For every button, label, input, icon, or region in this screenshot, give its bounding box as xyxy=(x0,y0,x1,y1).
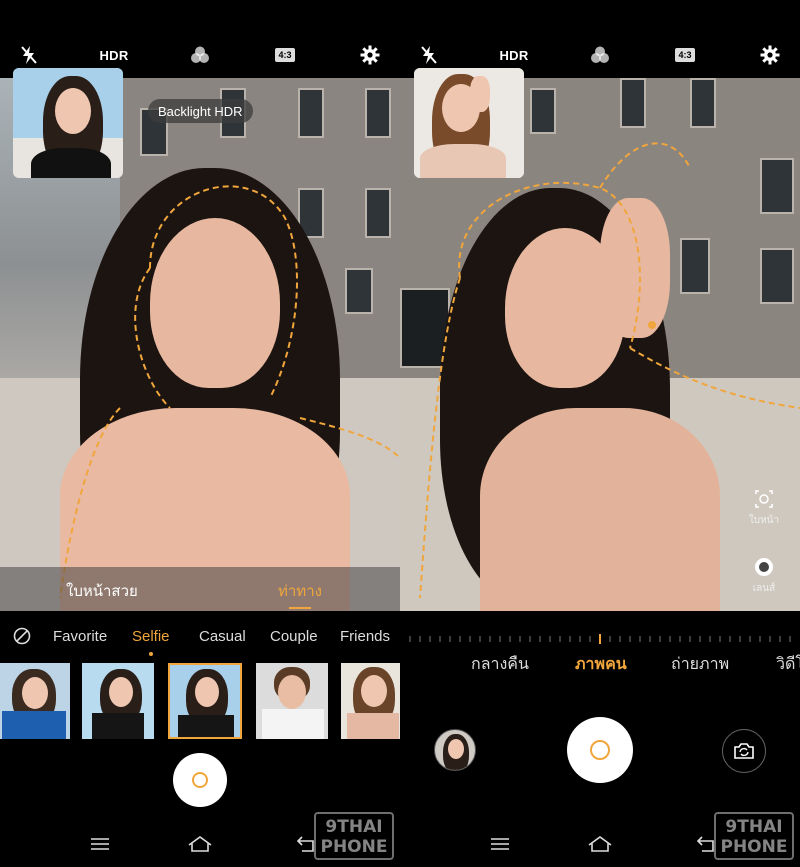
aspect-ratio-label: 4:3 xyxy=(675,48,695,62)
pose-thumbnail[interactable] xyxy=(256,663,328,739)
shutter-ring xyxy=(192,772,208,788)
flash-off-icon[interactable] xyxy=(18,40,40,70)
active-category-dot xyxy=(149,652,153,656)
mode-video[interactable]: วิดีโ xyxy=(776,652,800,677)
pose-reference-preview[interactable] xyxy=(414,68,524,178)
camera-screen-right: HDR 4:3 ใบหน้า เลนส์ กลางคืน ภาพคน ถ่ายภ… xyxy=(400,0,800,867)
settings-gear-icon[interactable] xyxy=(358,40,382,70)
camera-mode-bar: กลางคืน ภาพคน ถ่ายภาพ วิดีโ xyxy=(400,650,800,676)
face-beauty-label: ใบหน้า xyxy=(748,515,780,526)
category-friends[interactable]: Friends xyxy=(340,628,390,645)
lens-button[interactable]: เลนส์ xyxy=(744,556,784,596)
mode-night[interactable]: กลางคืน xyxy=(471,652,529,677)
hdr-toggle[interactable]: HDR xyxy=(498,40,530,70)
mode-photo[interactable]: ถ่ายภาพ xyxy=(671,652,729,677)
aspect-ratio-button[interactable]: 4:3 xyxy=(273,40,297,70)
hdr-toggle[interactable]: HDR xyxy=(98,40,130,70)
backlight-hdr-toast: Backlight HDR xyxy=(148,99,253,123)
aspect-ratio-label: 4:3 xyxy=(275,48,295,62)
pose-thumbnail-selected[interactable] xyxy=(168,663,242,739)
pose-reference-preview[interactable] xyxy=(13,68,123,178)
home-icon[interactable] xyxy=(586,826,614,862)
beauty-pose-bar: ใบหน้าสวย ท่าทาง xyxy=(0,567,400,611)
face-beauty-tab[interactable]: ใบหน้าสวย xyxy=(66,579,138,603)
pose-thumbnail[interactable] xyxy=(82,663,154,739)
gallery-thumbnail[interactable] xyxy=(434,729,476,771)
shutter-ring xyxy=(590,740,610,760)
aspect-ratio-button[interactable]: 4:3 xyxy=(673,40,697,70)
shutter-button[interactable] xyxy=(567,717,633,783)
pose-thumbnail-strip xyxy=(0,663,400,741)
category-casual[interactable]: Casual xyxy=(199,628,246,645)
lens-label: เลนส์ xyxy=(752,583,776,594)
face-beauty-icon xyxy=(755,490,773,508)
shutter-button[interactable] xyxy=(173,753,227,807)
category-selfie[interactable]: Selfie xyxy=(132,628,170,645)
camera-top-bar: HDR 4:3 xyxy=(400,40,800,70)
camera-top-bar: HDR 4:3 xyxy=(0,40,400,70)
switch-camera-icon xyxy=(734,743,754,759)
pose-tab[interactable]: ท่าทาง xyxy=(278,579,322,603)
lens-icon xyxy=(755,558,773,576)
mode-portrait[interactable]: ภาพคน xyxy=(575,652,627,677)
category-favorite[interactable]: Favorite xyxy=(53,628,107,645)
menu-icon[interactable] xyxy=(88,826,112,862)
zoom-ruler[interactable] xyxy=(400,632,800,646)
pose-thumbnail[interactable] xyxy=(341,663,400,739)
switch-camera-button[interactable] xyxy=(722,729,766,773)
category-couple[interactable]: Couple xyxy=(270,628,318,645)
menu-icon[interactable] xyxy=(488,826,512,862)
pose-thumbnail[interactable] xyxy=(0,663,70,739)
home-icon[interactable] xyxy=(186,826,214,862)
settings-gear-icon[interactable] xyxy=(758,40,782,70)
flash-off-icon[interactable] xyxy=(418,40,440,70)
filter-circles-icon[interactable] xyxy=(188,40,212,70)
filter-circles-icon[interactable] xyxy=(588,40,612,70)
watermark-logo: 9THAI PHONE xyxy=(714,812,794,860)
no-filter-icon[interactable] xyxy=(13,627,31,650)
face-beauty-button[interactable]: ใบหน้า xyxy=(744,488,784,528)
pose-tab-indicator xyxy=(289,607,311,609)
camera-screen-left: HDR 4:3 Backlight HDR ใบหน้าสวย ท่าทาง F… xyxy=(0,0,400,867)
watermark-logo: 9THAI PHONE xyxy=(314,812,394,860)
pose-category-bar: Favorite Selfie Casual Couple Friends xyxy=(0,622,400,650)
